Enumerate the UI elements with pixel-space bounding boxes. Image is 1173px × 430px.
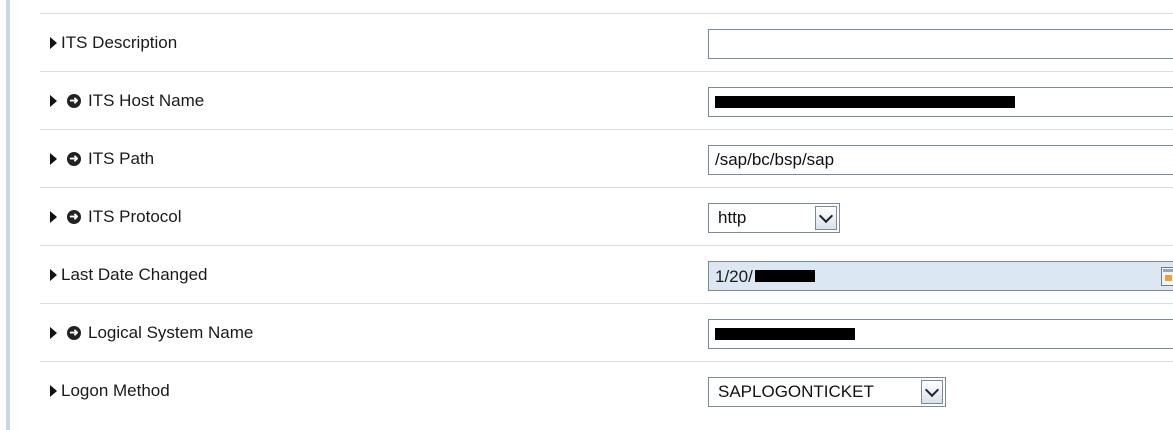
left-border — [0, 0, 15, 430]
expand-arrow-icon[interactable] — [50, 326, 57, 339]
label-its-protocol: ITS Protocol — [88, 206, 182, 226]
expand-arrow-icon[interactable] — [50, 268, 57, 281]
logical-system-name-field[interactable] — [708, 319, 1173, 349]
label-logon-method: Logon Method — [61, 380, 170, 400]
row-its-description: ITS Description — [40, 13, 1173, 71]
label-last-date-changed: Last Date Changed — [61, 264, 208, 284]
expand-arrow-icon[interactable] — [50, 152, 57, 165]
its-description-field[interactable] — [708, 29, 1173, 59]
dropdown-button[interactable] — [815, 206, 837, 230]
last-date-changed-field[interactable]: 1/20/ — [708, 261, 1173, 291]
its-host-name-field[interactable] — [708, 87, 1173, 117]
label-its-host-name: ITS Host Name — [88, 90, 205, 110]
logon-method-value: SAPLOGONTICKET — [718, 382, 874, 401]
required-arrow-icon: ➜ — [67, 151, 81, 166]
last-date-changed-value: 1/20/ — [715, 267, 753, 286]
redaction-mask — [755, 270, 815, 282]
its-protocol-select[interactable]: http — [708, 203, 840, 233]
row-logical-system-name: ➜ Logical System Name — [40, 303, 1173, 361]
expand-arrow-icon[interactable] — [50, 94, 57, 107]
chevron-down-icon — [818, 208, 834, 224]
required-arrow-icon: ➜ — [67, 325, 81, 340]
row-its-path: ➜ ITS Path — [40, 129, 1173, 187]
dropdown-button[interactable] — [921, 380, 943, 404]
row-its-protocol: ➜ ITS Protocol http — [40, 187, 1173, 245]
its-path-input[interactable] — [709, 146, 1173, 174]
row-label[interactable]: Logon Method — [50, 362, 170, 419]
row-logon-method: Logon Method SAPLOGONTICKET — [40, 361, 1173, 424]
required-arrow-icon: ➜ — [67, 93, 81, 108]
its-protocol-value: http — [718, 208, 747, 227]
expand-arrow-icon[interactable] — [50, 210, 57, 223]
redaction-mask — [715, 96, 1015, 108]
row-label[interactable]: ➜ Logical System Name — [50, 304, 253, 361]
label-its-description: ITS Description — [61, 32, 178, 52]
its-description-input[interactable] — [709, 30, 1173, 58]
its-path-field[interactable] — [708, 145, 1173, 175]
properties-table: ITS Description ➜ ITS Host Name ➜ ITS Pa… — [40, 13, 1173, 424]
calendar-icon[interactable] — [1161, 267, 1173, 286]
row-label[interactable]: ITS Description — [50, 14, 177, 71]
label-logical-system-name: Logical System Name — [88, 322, 254, 342]
expand-arrow-icon[interactable] — [50, 36, 57, 49]
row-label[interactable]: Last Date Changed — [50, 246, 208, 303]
row-label[interactable]: ➜ ITS Path — [50, 130, 154, 187]
row-last-date-changed: Last Date Changed 1/20/ — [40, 245, 1173, 303]
redaction-mask — [715, 328, 855, 340]
expand-arrow-icon[interactable] — [50, 384, 57, 397]
row-label[interactable]: ➜ ITS Protocol — [50, 188, 182, 245]
required-arrow-icon: ➜ — [67, 209, 81, 224]
row-label[interactable]: ➜ ITS Host Name — [50, 72, 204, 129]
label-its-path: ITS Path — [88, 148, 155, 168]
logon-method-select[interactable]: SAPLOGONTICKET — [708, 377, 946, 407]
row-its-host-name: ➜ ITS Host Name — [40, 71, 1173, 129]
chevron-down-icon — [924, 382, 940, 398]
